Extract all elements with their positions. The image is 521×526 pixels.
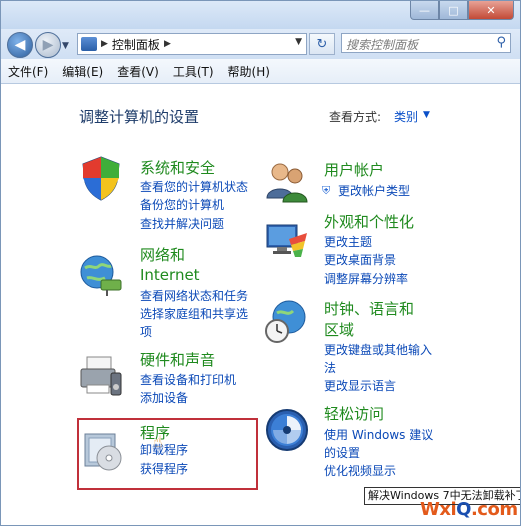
menu-edit[interactable]: 编辑(E) — [55, 63, 110, 80]
link-homegroup-sharing[interactable]: 选择家庭组和共享选 — [140, 306, 248, 323]
view-by-label: 查看方式: — [329, 110, 382, 124]
link-find-fix-problems[interactable]: 查找并解决问题 — [140, 216, 224, 233]
users-icon[interactable] — [263, 158, 311, 206]
link-view-network-status[interactable]: 查看网络状态和任务 — [140, 288, 248, 305]
programs-highlight-box — [77, 418, 258, 490]
watermark-part1: Wxi — [420, 499, 457, 520]
link-change-keyboard-input[interactable]: 更改键盘或其他输入 — [324, 342, 432, 359]
category-title-clock-line2[interactable]: 区域 — [324, 320, 354, 340]
back-button[interactable]: ◀ — [7, 32, 33, 58]
address-bar[interactable]: ▶ 控制面板 ▶ ▼ — [77, 33, 307, 55]
breadcrumb-separator-icon[interactable]: ▶ — [101, 39, 108, 49]
link-view-computer-status[interactable]: 查看您的计算机状态 — [140, 179, 248, 196]
menu-help[interactable]: 帮助(H) — [221, 63, 277, 80]
clock-globe-icon[interactable] — [263, 297, 311, 345]
view-by-dropdown[interactable]: 类别 — [394, 108, 418, 125]
uac-shield-icon: ⛨ — [322, 184, 331, 197]
category-title-ease-of-access[interactable]: 轻松访问 — [324, 404, 384, 424]
link-backup-computer[interactable]: 备份您的计算机 — [140, 197, 224, 214]
control-panel-window: — □ ✕ ◀ ▶ ▼ ▶ 控制面板 ▶ ▼ ↻ ⚲ 文件(F) 编辑(E) 查… — [0, 0, 521, 526]
arrow-left-icon: ◀ — [14, 37, 26, 53]
address-row: ◀ ▶ ▼ ▶ 控制面板 ▶ ▼ ↻ ⚲ — [1, 29, 520, 59]
category-title-users[interactable]: 用户帐户 — [324, 160, 384, 180]
content-area: 调整计算机的设置 查看方式: 类别 ▼ 系统和安全 查看您的计算机状态 备份您的… — [1, 84, 520, 525]
shield-icon[interactable] — [77, 154, 125, 202]
menu-tools[interactable]: 工具(T) — [166, 63, 221, 80]
menu-view[interactable]: 查看(V) — [110, 63, 166, 80]
control-panel-icon — [81, 37, 97, 51]
link-adjust-resolution[interactable]: 调整屏幕分辨率 — [324, 271, 408, 288]
category-title-clock-line1[interactable]: 时钟、语言和 — [324, 299, 414, 319]
breadcrumb-control-panel[interactable]: 控制面板 — [112, 36, 160, 53]
link-optimize-video-display[interactable]: 优化视频显示 — [324, 463, 396, 480]
watermark-part2: Q — [456, 499, 471, 520]
link-use-windows-recommended[interactable]: 使用 Windows 建议 — [324, 427, 433, 444]
category-title-system-security[interactable]: 系统和安全 — [140, 158, 215, 178]
menu-file[interactable]: 文件(F) — [1, 63, 55, 80]
hand-cursor-icon: ☝ — [153, 432, 163, 451]
link-change-theme[interactable]: 更改主题 — [324, 234, 372, 251]
link-homegroup-sharing-cont[interactable]: 项 — [140, 324, 152, 341]
link-use-windows-recommended-cont[interactable]: 的设置 — [324, 445, 360, 462]
printer-icon[interactable] — [77, 351, 125, 399]
link-view-devices-printers[interactable]: 查看设备和打印机 — [140, 372, 236, 389]
maximize-button[interactable]: □ — [439, 1, 468, 20]
view-by-caret-icon[interactable]: ▼ — [423, 110, 430, 120]
category-title-hardware[interactable]: 硬件和声音 — [140, 350, 215, 370]
link-change-keyboard-input-cont[interactable]: 法 — [324, 360, 336, 377]
recent-pages-dropdown[interactable]: ▼ — [62, 41, 69, 51]
link-change-account-type[interactable]: 更改帐户类型 — [338, 183, 410, 200]
search-box[interactable]: ⚲ — [341, 33, 511, 54]
ease-of-access-icon[interactable] — [263, 406, 311, 454]
arrow-right-icon: ▶ — [42, 37, 54, 53]
watermark-part3: .com — [470, 499, 518, 520]
search-icon[interactable]: ⚲ — [496, 35, 506, 50]
category-title-network-line2[interactable]: Internet — [140, 265, 200, 285]
category-title-network-line1[interactable]: 网络和 — [140, 245, 185, 265]
menu-bar: 文件(F) 编辑(E) 查看(V) 工具(T) 帮助(H) — [1, 59, 520, 84]
category-title-appearance[interactable]: 外观和个性化 — [324, 212, 414, 232]
refresh-button[interactable]: ↻ — [309, 33, 335, 55]
address-dropdown-icon[interactable]: ▼ — [295, 37, 302, 47]
minimize-button[interactable]: — — [410, 1, 439, 20]
globe-network-icon[interactable] — [77, 250, 125, 298]
search-input[interactable] — [342, 36, 490, 54]
forward-button[interactable]: ▶ — [35, 32, 61, 58]
watermark-logo: WxiQ.com — [420, 499, 518, 520]
link-change-display-language[interactable]: 更改显示语言 — [324, 378, 396, 395]
link-add-device[interactable]: 添加设备 — [140, 390, 188, 407]
window-controls: — □ ✕ — [410, 1, 514, 20]
close-button[interactable]: ✕ — [468, 1, 514, 20]
link-change-desktop-background[interactable]: 更改桌面背景 — [324, 252, 396, 269]
appearance-icon[interactable] — [263, 217, 311, 265]
page-title: 调整计算机的设置 — [79, 108, 200, 126]
refresh-icon: ↻ — [316, 36, 328, 52]
breadcrumb-chevron-icon[interactable]: ▶ — [164, 39, 171, 49]
title-bar: — □ ✕ — [1, 1, 520, 29]
